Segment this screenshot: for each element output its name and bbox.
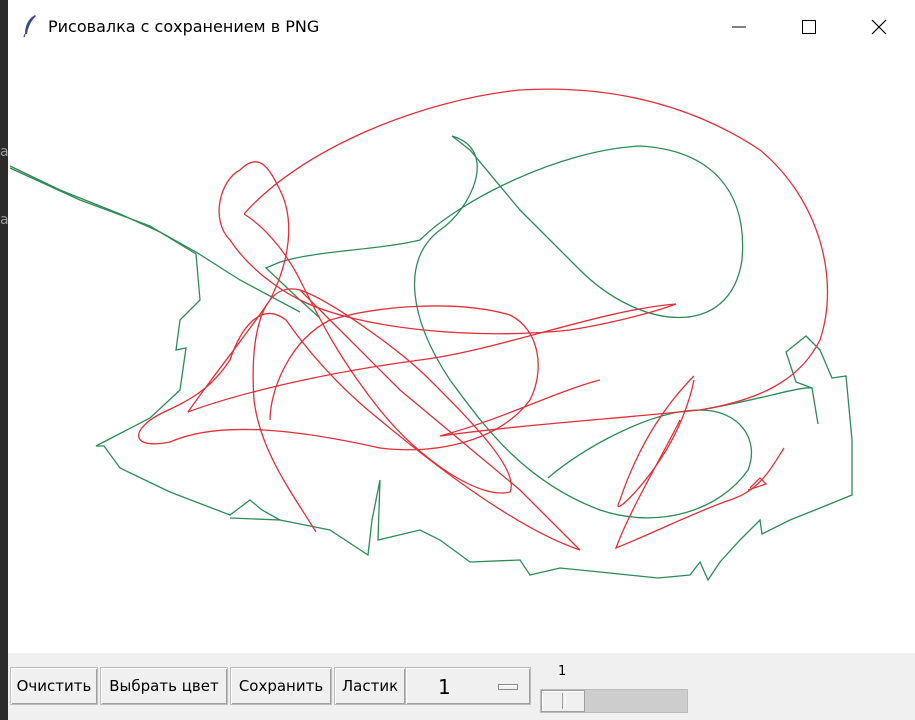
title-bar[interactable]: Рисовалка с сохранением в PNG bbox=[8, 0, 915, 53]
app-window: Рисовалка с сохранением в PNG bbox=[8, 0, 915, 720]
green-stroke bbox=[9, 167, 281, 521]
slider-thumb[interactable] bbox=[541, 690, 585, 712]
maximize-button[interactable] bbox=[774, 0, 844, 52]
red-stroke bbox=[187, 189, 290, 413]
red-stroke bbox=[614, 419, 785, 550]
choose-color-button[interactable]: Выбрать цвет bbox=[100, 667, 228, 705]
window-title: Рисовалка с сохранением в PNG bbox=[48, 17, 320, 36]
red-stroke bbox=[187, 161, 677, 413]
close-button[interactable] bbox=[844, 0, 914, 52]
red-strokes bbox=[138, 88, 829, 551]
red-stroke bbox=[617, 375, 695, 507]
red-stroke bbox=[138, 289, 581, 551]
brush-size-value: 1 bbox=[438, 675, 451, 699]
clear-button[interactable]: Очистить bbox=[10, 667, 98, 705]
eraser-button[interactable]: Ластик bbox=[334, 667, 406, 705]
save-button[interactable]: Сохранить bbox=[230, 667, 332, 705]
maximize-icon bbox=[802, 20, 816, 34]
feather-icon bbox=[23, 15, 36, 38]
brush-size-dropdown[interactable]: 1 bbox=[405, 667, 531, 705]
drawing-strokes bbox=[9, 88, 853, 582]
dropdown-indicator-icon bbox=[498, 684, 518, 690]
slider-grip-icon bbox=[562, 693, 566, 709]
green-stroke bbox=[413, 135, 753, 519]
drawing-canvas[interactable] bbox=[8, 52, 915, 653]
green-stroke bbox=[264, 135, 744, 319]
green-stroke bbox=[279, 335, 853, 582]
scale-value-label: 1 bbox=[558, 664, 567, 679]
minimize-button[interactable] bbox=[704, 0, 774, 52]
minimize-icon bbox=[732, 26, 746, 28]
close-icon bbox=[871, 19, 887, 35]
